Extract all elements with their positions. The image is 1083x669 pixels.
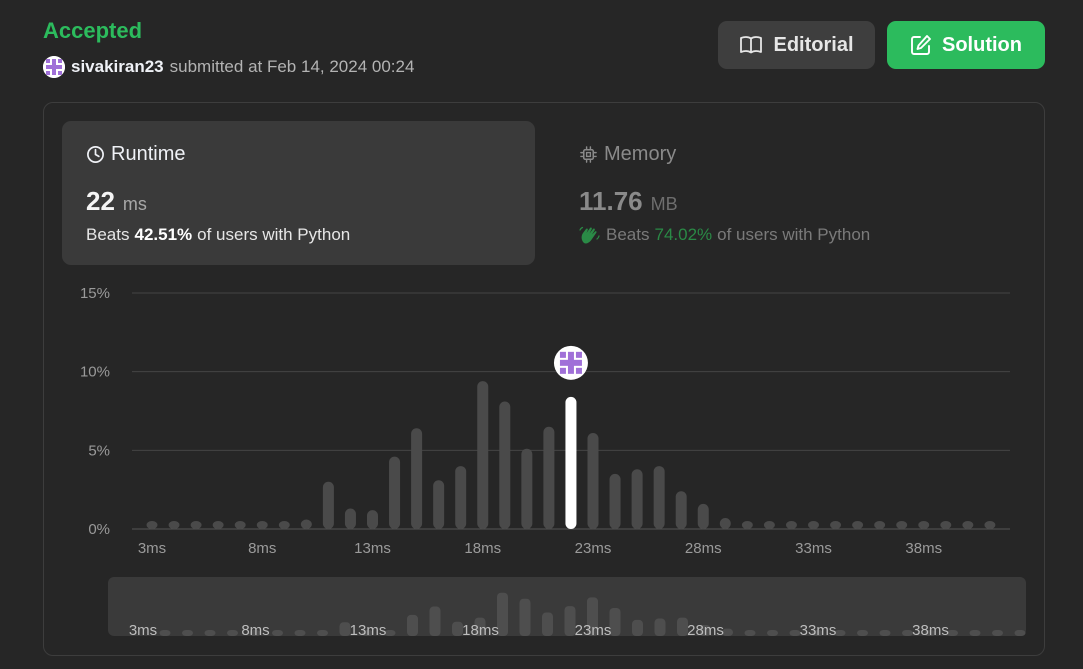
chart-bar — [587, 433, 599, 529]
chart-bar — [190, 521, 202, 529]
navigator-bar — [294, 630, 306, 636]
navigator-bar — [204, 630, 216, 636]
navigator-tick-label: 3ms — [129, 622, 157, 639]
chart-bar — [896, 521, 908, 529]
navigator-tick-label: 23ms — [575, 622, 612, 639]
chart-bar — [477, 381, 489, 529]
navigator-bar — [272, 630, 283, 636]
navigator-bar — [429, 606, 441, 636]
y-axis-ticks: 15% 10% 5% 0% — [80, 285, 110, 538]
chart-bar — [741, 521, 753, 529]
navigator-tick-label: 33ms — [800, 622, 837, 639]
submission-detail: Accepted sivakiran23 submitted at Feb 14… — [0, 0, 1083, 669]
marker-avatar-cell — [559, 351, 566, 358]
selected-bar — [565, 396, 577, 529]
chart-bar — [521, 448, 533, 529]
navigator-tick-label: 8ms — [241, 622, 269, 639]
chart-bar — [874, 521, 886, 529]
your-submission-marker — [553, 345, 588, 380]
marker-avatar-cell — [559, 359, 582, 366]
navigator-bar — [519, 598, 531, 636]
chart-bar — [852, 521, 864, 529]
marker-avatar-cell — [575, 367, 582, 374]
navigator-tick-label: 18ms — [462, 622, 499, 639]
chart-bar — [300, 519, 312, 529]
chart-bar — [168, 521, 180, 529]
chart-bar — [719, 517, 731, 529]
y-tick-label: 5% — [88, 442, 110, 459]
navigator-bar — [992, 630, 1003, 636]
chart-bar — [367, 510, 378, 529]
navigator-bar — [879, 630, 891, 636]
navigator-bar — [767, 630, 778, 636]
navigator-bar — [969, 630, 981, 636]
x-tick-label: 28ms — [685, 540, 722, 557]
chart-bar — [433, 480, 445, 529]
navigator-bar — [542, 612, 553, 636]
navigator-bar — [182, 630, 193, 636]
navigator-tick-label: 13ms — [350, 622, 387, 639]
chart-bar — [389, 456, 401, 529]
chart-bar — [785, 521, 797, 529]
chart-bar — [653, 466, 665, 529]
chart-bar — [697, 503, 709, 529]
x-tick-label: 13ms — [354, 540, 391, 557]
chart-bar — [234, 521, 246, 529]
y-tick-label: 10% — [80, 364, 110, 381]
chart-bar — [212, 521, 224, 529]
navigator-bar — [654, 618, 666, 636]
chart-bar — [146, 521, 158, 529]
chart-bar — [455, 466, 467, 529]
navigator-x-ticks: 3ms 8ms 13ms 18ms 23ms 28ms 33ms 38ms — [129, 622, 949, 639]
chart-bar — [411, 428, 423, 529]
chart-bar — [808, 521, 819, 529]
y-tick-label: 0% — [88, 521, 110, 538]
navigator-bar — [407, 614, 418, 636]
chart-bar — [984, 521, 996, 529]
navigator-bar — [632, 619, 643, 636]
chart-bar — [940, 521, 952, 529]
runtime-distribution-chart: 15% 10% 5% 0% 3ms 8ms 13ms 18ms 23ms 28ms 33ms 38m… — [80, 285, 1026, 639]
marker-avatar-cell — [559, 367, 566, 374]
chart-bar — [675, 491, 687, 529]
navigator-tick-label: 38ms — [912, 622, 949, 639]
x-tick-label: 23ms — [575, 540, 612, 557]
marker-avatar-cell — [575, 351, 582, 358]
x-tick-label: 33ms — [795, 540, 832, 557]
chart-bar — [543, 426, 555, 529]
navigator-bar — [317, 630, 328, 636]
chart-bar — [830, 521, 842, 529]
navigator-tick-label: 28ms — [687, 622, 724, 639]
navigator-bar — [159, 630, 171, 636]
chart-bar — [322, 481, 334, 529]
x-axis-ticks: 3ms 8ms 13ms 18ms 23ms 28ms 33ms 38ms — [138, 540, 942, 557]
chart-bar — [256, 521, 268, 529]
chart-bars — [146, 381, 996, 529]
x-tick-label: 8ms — [248, 540, 276, 557]
chart-bar — [344, 508, 356, 529]
navigator-bar — [744, 630, 756, 636]
x-tick-label: 3ms — [138, 540, 166, 557]
navigator-bar — [227, 630, 238, 636]
navigator-bar — [857, 630, 868, 636]
chart-bar — [631, 469, 643, 529]
chart-bar — [278, 521, 290, 529]
navigator-bar — [1014, 630, 1026, 636]
x-tick-label: 18ms — [464, 540, 501, 557]
x-tick-label: 38ms — [905, 540, 942, 557]
y-tick-label: 15% — [80, 285, 110, 302]
chart-bar — [918, 521, 930, 529]
chart-bar — [962, 521, 974, 529]
chart-bar — [499, 401, 511, 529]
chart-bar — [763, 521, 775, 529]
chart-bar — [609, 473, 621, 529]
